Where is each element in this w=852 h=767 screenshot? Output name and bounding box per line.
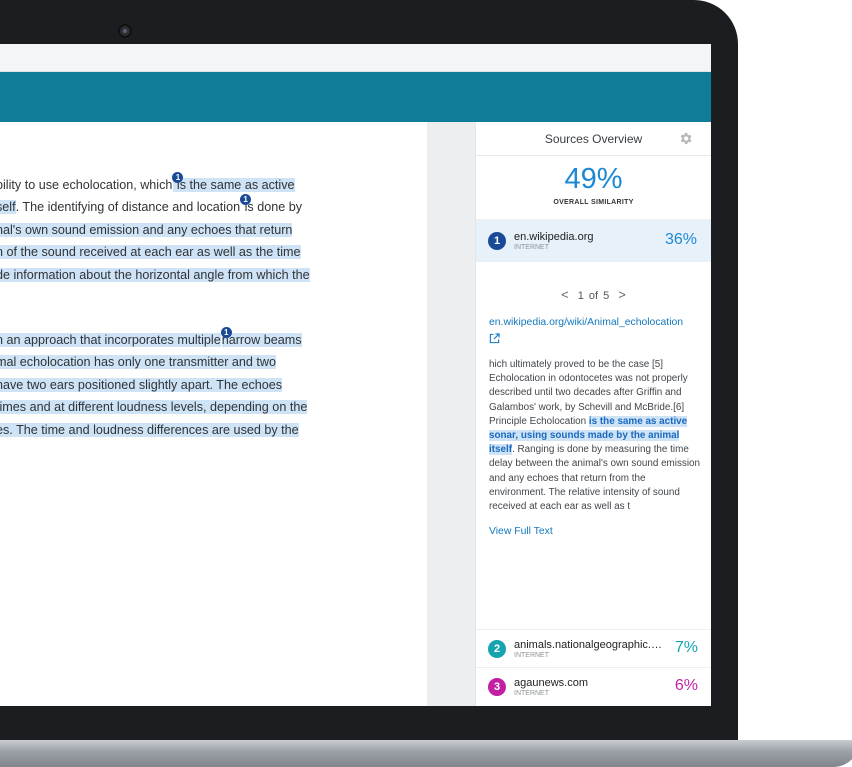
source-list: 2 animals.nationalgeographic.c... INTERN…: [476, 629, 711, 705]
source-info: agaunews.com INTERNET: [514, 677, 664, 697]
source-percent: 6%: [674, 677, 698, 694]
panel-header: Sources Overview: [476, 122, 711, 156]
overall-similarity-label: OVERALL SIMILARITY: [553, 199, 634, 206]
highlighted-match[interactable]: is the same as active: [173, 178, 295, 192]
source-type: INTERNET: [514, 244, 549, 251]
app-screen: bility to use echolocation, which1 is th…: [0, 44, 711, 706]
highlighted-match[interactable]: de information about the horizontal angl…: [0, 267, 310, 282]
source-name: animals.nationalgeographic.c...: [514, 638, 664, 651]
highlighted-match[interactable]: self: [0, 200, 16, 215]
match-marker-icon[interactable]: 1: [220, 327, 232, 338]
source-url-link[interactable]: en.wikipedia.org/wiki/Animal_echolocatio…: [489, 316, 698, 344]
overall-similarity-value: 49%: [564, 163, 623, 195]
source-name: en.wikipedia.org: [514, 231, 594, 243]
paragraph-1: bility to use echolocation, which1 is th…: [0, 172, 427, 286]
camera-icon: [118, 24, 132, 38]
source-name: agaunews.com: [514, 676, 588, 689]
paragraph-2: n an approach that incorporates multiple…: [0, 327, 427, 463]
source-item-1[interactable]: 1 en.wikipedia.org INTERNET 36%: [476, 219, 711, 262]
laptop-base: [0, 740, 852, 767]
highlighted-match[interactable]: narrow beams: [221, 333, 302, 347]
source-type: INTERNET: [514, 689, 549, 697]
app-header-bar: [0, 72, 711, 122]
match-pager: <1 of 5 >: [489, 287, 698, 305]
highlighted-match[interactable]: n an approach that incorporates multiple: [0, 333, 221, 347]
next-match-button[interactable]: >: [618, 287, 626, 302]
external-link-icon[interactable]: [489, 333, 500, 344]
source-type: INTERNET: [514, 651, 549, 659]
source-excerpt: hich ultimately proved to be the case [5…: [489, 359, 701, 513]
highlighted-match[interactable]: times and at different loudness levels, …: [0, 400, 308, 415]
source-percent: 7%: [674, 639, 698, 656]
line: n an approach that incorporates multiple…: [0, 327, 302, 347]
prev-match-button[interactable]: <: [561, 287, 569, 302]
highlighted-match[interactable]: n of the sound received at each ear as w…: [0, 245, 301, 260]
browser-strip: [0, 44, 711, 72]
sources-overview-panel: Sources Overview 49% OVERALL SIMILARITY …: [475, 122, 711, 706]
highlighted-match[interactable]: mal echolocation has only one transmitte…: [0, 355, 277, 370]
line: self. The identifying of distance and lo…: [0, 194, 302, 215]
view-full-text-link[interactable]: View Full Text: [489, 526, 698, 562]
source-item-3[interactable]: 3 agaunews.com INTERNET 6%: [476, 667, 711, 705]
source-item-2[interactable]: 2 animals.nationalgeographic.c... INTERN…: [476, 629, 711, 667]
document-viewer[interactable]: bility to use echolocation, which1 is th…: [0, 122, 427, 706]
gear-icon[interactable]: [678, 131, 693, 146]
source-detail: <1 of 5 > en.wikipedia.org/wiki/Animal_ec…: [476, 287, 711, 562]
highlighted-match[interactable]: nal's own sound emission and any echoes …: [0, 222, 293, 237]
source-info: animals.nationalgeographic.c... INTERNET: [514, 639, 664, 659]
match-page-label: 1 of 5: [577, 290, 610, 302]
source-number-badge: 2: [488, 639, 506, 658]
source-number-badge: 1: [488, 232, 506, 250]
highlighted-match[interactable]: have two ears positioned slightly apart.…: [0, 377, 283, 392]
highlighted-match[interactable]: es. The time and loudness differences ar…: [0, 422, 299, 437]
panel-gutter: [427, 122, 475, 706]
similarity-score: 49% OVERALL SIMILARITY: [476, 156, 711, 219]
source-info: en.wikipedia.org INTERNET: [514, 231, 664, 251]
source-url[interactable]: en.wikipedia.org/wiki/Animal_echolocatio…: [489, 317, 683, 328]
line: bility to use echolocation, which1 is th…: [0, 172, 295, 192]
panel-title: Sources Overview: [544, 131, 643, 146]
source-percent: 36%: [664, 231, 697, 248]
source-number-badge: 3: [488, 677, 506, 696]
